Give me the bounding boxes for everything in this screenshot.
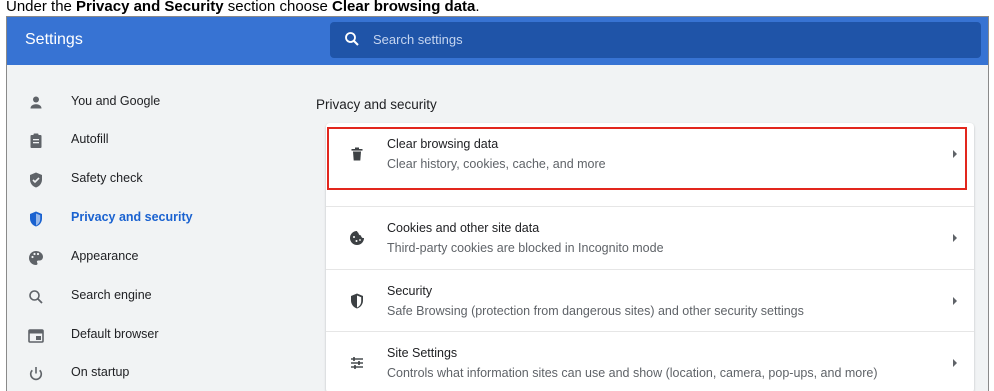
row-title: Security — [387, 284, 433, 298]
row-subtitle: Controls what information sites can use … — [387, 366, 878, 380]
clear-browsing-data-row[interactable]: Clear browsing data Clear history, cooki… — [326, 123, 974, 185]
search-icon — [29, 290, 43, 304]
row-subtitle: Safe Browsing (protection from dangerous… — [387, 304, 804, 318]
sliders-icon — [351, 357, 363, 369]
sidebar-item-appearance[interactable]: Appearance — [7, 239, 307, 277]
row-title: Cookies and other site data — [387, 221, 540, 235]
sidebar-item-label: Autofill — [71, 132, 109, 146]
row-subtitle: Clear history, cookies, cache, and more — [387, 157, 606, 171]
sidebar-item-label: Search engine — [71, 288, 152, 302]
row-title: Site Settings — [387, 346, 458, 360]
sidebar-item-label: Appearance — [71, 249, 139, 263]
sidebar-item-search-engine[interactable]: Search engine — [7, 278, 307, 316]
chevron-right-icon — [953, 234, 957, 242]
sidebar-item-label: Default browser — [71, 327, 159, 341]
sidebar-item-autofill[interactable]: Autofill — [7, 122, 307, 160]
sidebar-item-on-startup[interactable]: On startup — [7, 355, 307, 391]
palette-icon — [29, 251, 44, 265]
sidebar-item-you-and-google[interactable]: You and Google — [7, 84, 307, 122]
sidebar-item-default-browser[interactable]: Default browser — [7, 317, 307, 355]
security-row[interactable]: Security Safe Browsing (protection from … — [326, 269, 974, 331]
row-subtitle: Third-party cookies are blocked in Incog… — [387, 241, 664, 255]
search-icon — [345, 32, 359, 46]
sidebar-item-label: Safety check — [71, 171, 143, 185]
chevron-right-icon — [953, 359, 957, 367]
settings-window: Settings Search settings You and Google … — [6, 16, 989, 391]
cookie-icon — [350, 231, 364, 245]
row-title: Clear browsing data — [387, 137, 499, 151]
clipboard-icon — [30, 133, 42, 148]
cookies-row[interactable]: Cookies and other site data Third-party … — [326, 206, 974, 268]
chevron-right-icon — [953, 297, 957, 305]
sidebar-item-safety-check[interactable]: Safety check — [7, 161, 307, 199]
site-settings-row[interactable]: Site Settings Controls what information … — [326, 331, 974, 391]
sidebar-item-privacy-and-security[interactable]: Privacy and security — [7, 200, 307, 238]
page-title: Settings — [25, 31, 83, 48]
instruction-target: Clear browsing data — [332, 0, 476, 15]
sidebar-item-label: On startup — [71, 365, 130, 379]
instruction-text: Under the Privacy and Security section c… — [6, 0, 480, 15]
chevron-right-icon — [953, 150, 957, 158]
trash-icon — [351, 147, 363, 161]
power-icon — [29, 367, 43, 381]
person-icon — [30, 96, 42, 109]
search-input[interactable]: Search settings — [330, 22, 981, 58]
sidebar-item-label: Privacy and security — [71, 210, 193, 224]
shield-icon — [30, 211, 42, 227]
top-bar: Settings Search settings — [7, 17, 988, 65]
sidebar-item-label: You and Google — [71, 94, 161, 108]
browser-window-icon — [28, 329, 44, 343]
shield-icon — [351, 293, 363, 309]
search-placeholder: Search settings — [373, 32, 463, 47]
section-heading: Privacy and security — [316, 97, 437, 112]
shield-check-icon — [30, 172, 42, 188]
instruction-section: Privacy and Security — [76, 0, 224, 15]
privacy-settings-card: Clear browsing data Clear history, cooki… — [326, 123, 974, 391]
